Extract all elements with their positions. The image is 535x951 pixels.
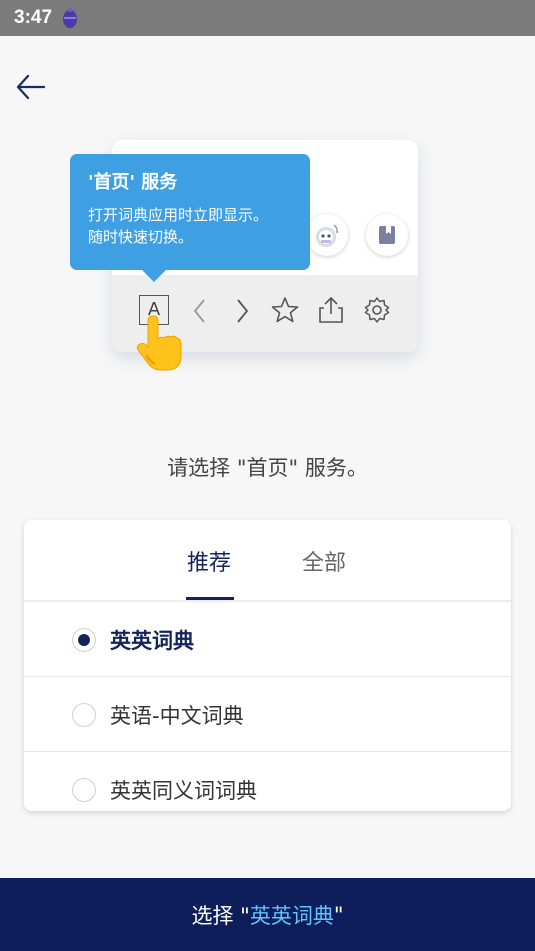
tooltip-title: '首页' 服务	[88, 172, 178, 193]
star-icon	[271, 297, 299, 323]
back-button[interactable]	[14, 70, 54, 106]
chevron-left-icon	[193, 299, 205, 323]
chevron-right-icon	[237, 299, 249, 323]
status-time: 3:47	[14, 7, 53, 28]
tooltip-line-2: 随时快速切换。	[88, 228, 194, 246]
mascot-icon	[306, 214, 348, 256]
option-label: 英英同义词词典	[110, 778, 257, 803]
select-button-suffix: "	[333, 902, 344, 927]
prompt-text: 请选择 "首页" 服务。	[167, 456, 368, 480]
tooltip-line-1: 打开词典应用时立即显示。	[88, 206, 269, 224]
arrow-left-icon	[16, 74, 46, 100]
pointing-hand-icon	[136, 315, 182, 371]
select-button-highlight: 英英词典	[249, 903, 334, 928]
tab-recommended[interactable]: 推荐	[187, 545, 231, 577]
radio-unselected[interactable]	[72, 777, 96, 802]
option-row-english-english[interactable]: 英英词典	[24, 602, 511, 677]
option-row-english-chinese[interactable]: 英语-中文词典	[24, 677, 511, 752]
radio-selected[interactable]	[72, 627, 96, 652]
share-icon	[319, 296, 343, 323]
home-service-tooltip: '首页' 服务 打开词典应用时立即显示。 随时快速切换。	[70, 154, 310, 282]
option-label: 英语-中文词典	[110, 703, 244, 728]
option-row-english-thesaurus[interactable]: 英英同义词词典	[24, 752, 511, 811]
app-notification-icon	[63, 8, 78, 28]
select-service-button[interactable]: 选择 " 英英词典 "	[0, 878, 535, 951]
home-service-illustration: A '首页' 服务 打开词典应用时立即显示。 随时快速切换。	[70, 135, 430, 371]
tab-all[interactable]: 全部	[302, 545, 346, 577]
status-bar: 3:47	[0, 0, 535, 36]
select-button-prefix: 选择 "	[191, 903, 250, 928]
bookmark-book-icon	[366, 214, 408, 256]
service-options-card: 推荐 全部 英英词典 英语-中文词典 英英同义词词典	[24, 520, 511, 811]
radio-unselected[interactable]	[72, 702, 96, 727]
option-label: 英英词典	[110, 628, 194, 653]
gear-icon	[364, 297, 390, 323]
